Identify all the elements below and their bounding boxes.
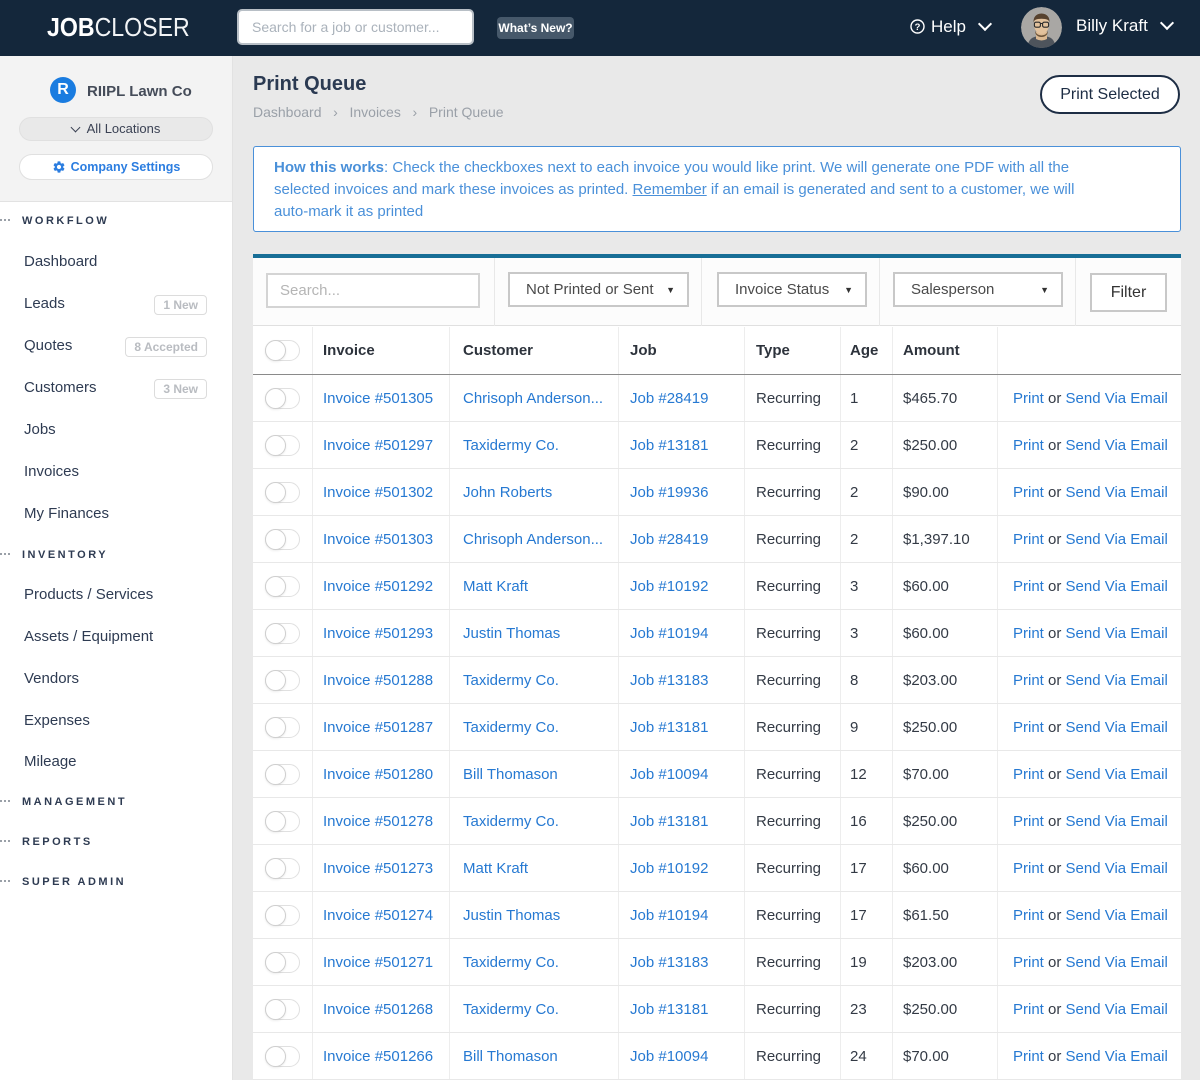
svg-text:?: ? [915, 22, 921, 33]
